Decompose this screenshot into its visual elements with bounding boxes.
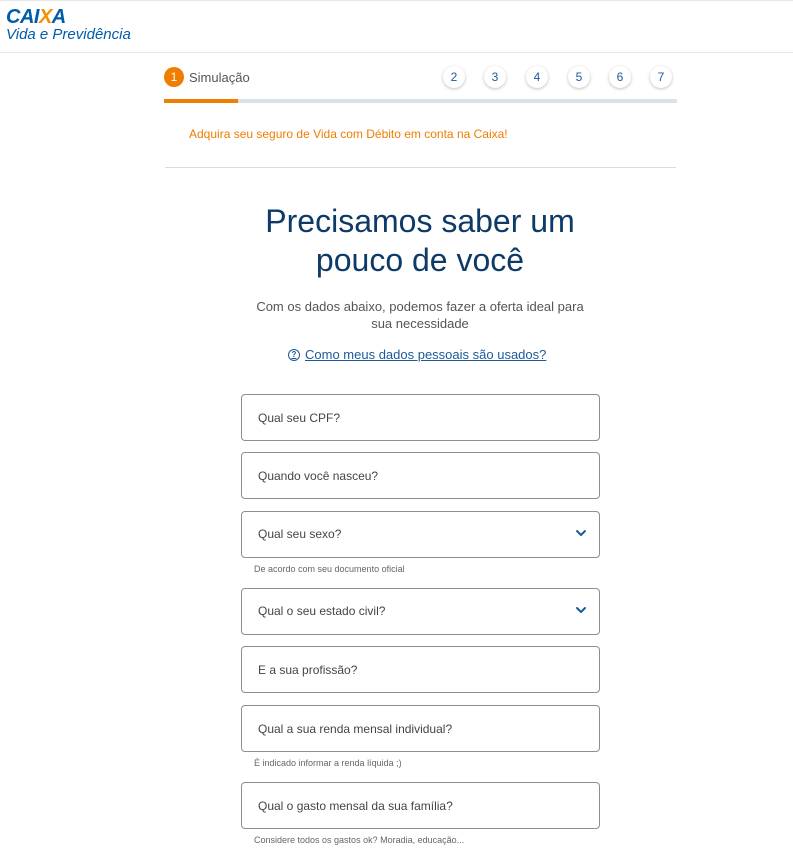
- privacy-info-link[interactable]: ? Como meus dados pessoais são usados?: [288, 347, 546, 362]
- promo-message: Adquira seu seguro de Vida com Débito em…: [189, 127, 508, 141]
- family-expense-input[interactable]: [242, 783, 599, 828]
- family-expense-hint: Considere todos os gastos ok? Moradia, e…: [254, 835, 465, 845]
- profession-field[interactable]: [241, 646, 600, 693]
- step-3[interactable]: 3: [484, 66, 506, 88]
- sex-select[interactable]: Qual seu sexo?: [241, 511, 600, 558]
- income-input[interactable]: [242, 706, 599, 751]
- cpf-field[interactable]: [241, 394, 600, 441]
- divider: [165, 167, 676, 168]
- progress-stepper: 1 Simulação 2 3 4 5 6 7: [164, 65, 677, 103]
- site-header: CAIXA Vida e Previdência: [0, 0, 793, 53]
- logo-brand: CAIXA: [6, 6, 66, 28]
- step-1-label: Simulação: [189, 69, 250, 85]
- birth-date-field[interactable]: [241, 452, 600, 499]
- step-2[interactable]: 2: [443, 66, 465, 88]
- step-6[interactable]: 6: [609, 66, 631, 88]
- step-1[interactable]: 1 Simulação: [164, 67, 250, 87]
- sex-select-label: Qual seu sexo?: [258, 527, 342, 541]
- progress-track: [164, 99, 677, 103]
- page-subtitle: Com os dados abaixo, podemos fazer a ofe…: [256, 299, 584, 331]
- step-5[interactable]: 5: [568, 66, 590, 88]
- cpf-input[interactable]: [242, 395, 599, 440]
- civil-status-select-label: Qual o seu estado civil?: [258, 604, 386, 618]
- chevron-down-icon: [576, 607, 586, 613]
- step-4[interactable]: 4: [526, 66, 548, 88]
- step-7[interactable]: 7: [650, 66, 672, 88]
- family-expense-field[interactable]: [241, 782, 600, 829]
- income-hint: É indicado informar a renda líquida ;): [254, 758, 402, 768]
- privacy-link-text: Como meus dados pessoais são usados?: [305, 347, 547, 362]
- sex-hint: De acordo com seu documento oficial: [254, 564, 405, 574]
- income-field[interactable]: [241, 705, 600, 752]
- step-1-number: 1: [164, 67, 184, 87]
- logo-subtitle: Vida e Previdência: [6, 26, 131, 43]
- birth-date-input[interactable]: [242, 453, 599, 498]
- profession-input[interactable]: [242, 647, 599, 692]
- question-circle-icon: ?: [288, 348, 300, 361]
- caixa-logo[interactable]: CAIXA Vida e Previdência: [6, 7, 131, 42]
- progress-fill: [164, 99, 239, 103]
- page-title: Precisamos saber um pouco de você: [265, 203, 575, 278]
- chevron-down-icon: [576, 530, 586, 536]
- civil-status-select[interactable]: Qual o seu estado civil?: [241, 588, 600, 635]
